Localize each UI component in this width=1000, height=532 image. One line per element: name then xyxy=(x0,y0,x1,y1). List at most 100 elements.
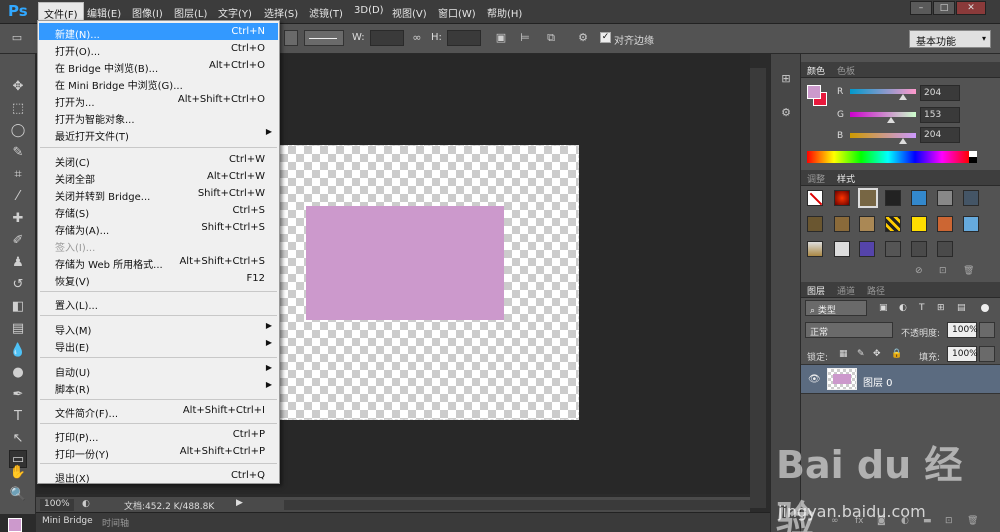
menu-view[interactable]: 视图(V) xyxy=(392,5,427,20)
green-value-input[interactable]: 153 xyxy=(920,107,960,123)
brush-tool-icon[interactable]: ✐ xyxy=(9,232,27,250)
style-swatch[interactable] xyxy=(937,216,953,232)
layer-name[interactable]: 图层 0 xyxy=(863,374,893,389)
hand-tool-icon[interactable]: ✋ xyxy=(9,464,27,482)
shape-tool-icon[interactable]: ▭ xyxy=(10,31,24,45)
menu-item-print[interactable]: 打印(P)... Ctrl+P xyxy=(39,426,278,444)
tab-adjustments[interactable]: 调整 xyxy=(807,172,825,185)
workspace-dropdown[interactable]: 基本功能 ▾ xyxy=(909,30,991,48)
menu-item-browse-bridge[interactable]: 在 Bridge 中浏览(B)... Alt+Ctrl+O xyxy=(39,57,278,75)
tab-layers[interactable]: 图层 xyxy=(807,284,825,297)
tab-styles[interactable]: 样式 xyxy=(837,172,855,185)
lock-all-icon[interactable]: 🔒 xyxy=(891,349,902,359)
style-swatch-selected[interactable] xyxy=(858,188,878,208)
style-swatch[interactable] xyxy=(834,241,850,257)
history-panel-icon[interactable]: ⊞ xyxy=(779,72,793,86)
red-slider-thumb[interactable] xyxy=(899,94,907,100)
align-edges-checkbox[interactable]: ✓ xyxy=(600,32,611,43)
fill-input[interactable]: 100% xyxy=(947,346,978,362)
menu-item-open-smart-object[interactable]: 打开为智能对象... xyxy=(39,108,278,126)
height-input[interactable] xyxy=(447,30,481,46)
path-operations-icon[interactable]: ▣ xyxy=(494,31,508,45)
pink-rectangle-shape[interactable] xyxy=(306,206,504,320)
link-icon[interactable]: ∞ xyxy=(410,31,424,45)
style-swatch[interactable] xyxy=(911,190,927,206)
quick-selection-tool-icon[interactable]: ✎ xyxy=(9,144,27,162)
fill-slider-toggle[interactable] xyxy=(979,346,995,362)
status-info-icon[interactable]: ◐ xyxy=(82,499,90,509)
menu-item-save[interactable]: 存储(S) Ctrl+S xyxy=(39,202,278,220)
trash-icon[interactable]: 🗑 xyxy=(963,266,974,276)
tab-color[interactable]: 颜色 xyxy=(807,64,825,77)
blue-value-input[interactable]: 204 xyxy=(920,127,960,143)
zoom-tool-icon[interactable]: 🔍 xyxy=(9,486,27,504)
style-swatch[interactable] xyxy=(859,241,875,257)
tab-mini-bridge[interactable]: Mini Bridge xyxy=(42,516,93,526)
style-swatch[interactable] xyxy=(937,190,953,206)
style-swatch[interactable] xyxy=(885,241,901,257)
gradient-tool-icon[interactable]: ▤ xyxy=(9,320,27,338)
filter-shape-icon[interactable]: ⊞ xyxy=(937,303,945,313)
zoom-level[interactable]: 100% xyxy=(40,499,74,511)
menu-item-new[interactable]: 新建(N)... Ctrl+N xyxy=(39,23,278,41)
menu-edit[interactable]: 编辑(E) xyxy=(87,5,121,20)
lasso-tool-icon[interactable]: ◯ xyxy=(9,122,27,140)
menu-item-close-all[interactable]: 关闭全部 Alt+Ctrl+W xyxy=(39,168,278,186)
marquee-tool-icon[interactable]: ⬚ xyxy=(9,100,27,118)
menu-layer[interactable]: 图层(L) xyxy=(174,5,207,20)
menu-item-print-one-copy[interactable]: 打印一份(Y) Alt+Shift+Ctrl+P xyxy=(39,443,278,461)
pen-tool-icon[interactable]: ✒ xyxy=(9,386,27,404)
type-tool-icon[interactable]: T xyxy=(9,408,27,426)
clone-stamp-tool-icon[interactable]: ♟ xyxy=(9,254,27,272)
style-swatch[interactable] xyxy=(885,190,901,206)
menu-3d[interactable]: 3D(D) xyxy=(354,5,384,16)
menu-item-close-go-bridge[interactable]: 关闭并转到 Bridge... Shift+Ctrl+W xyxy=(39,185,278,203)
tab-swatches[interactable]: 色板 xyxy=(837,64,855,77)
width-input[interactable] xyxy=(370,30,404,46)
tab-channels[interactable]: 通道 xyxy=(837,284,855,297)
path-alignment-icon[interactable]: ⊨ xyxy=(518,31,532,45)
style-swatch[interactable] xyxy=(937,241,953,257)
menu-item-automate[interactable]: 自动(U) ▶ xyxy=(39,361,278,379)
filter-pixel-icon[interactable]: ▣ xyxy=(879,303,888,313)
layer-row[interactable]: 👁 图层 0 xyxy=(801,364,1000,394)
style-swatch[interactable] xyxy=(911,241,927,257)
menu-item-browse-mini-bridge[interactable]: 在 Mini Bridge 中浏览(G)... xyxy=(39,74,278,92)
menu-item-place[interactable]: 置入(L)... xyxy=(39,294,278,312)
filter-smart-object-icon[interactable]: ▤ xyxy=(957,303,966,313)
style-swatch[interactable] xyxy=(911,216,927,232)
menu-item-export[interactable]: 导出(E) ▶ xyxy=(39,336,278,354)
opacity-input[interactable]: 100% xyxy=(947,322,978,338)
foreground-color-chip[interactable] xyxy=(807,85,821,99)
menu-file[interactable]: 文件(F) xyxy=(38,2,84,22)
horizontal-scrollbar[interactable] xyxy=(284,500,750,510)
menu-help[interactable]: 帮助(H) xyxy=(487,5,522,20)
green-slider[interactable] xyxy=(850,112,916,117)
blue-slider-thumb[interactable] xyxy=(899,138,907,144)
menu-type[interactable]: 文字(Y) xyxy=(218,5,252,20)
menu-item-save-for-web[interactable]: 存储为 Web 所用格式... Alt+Shift+Ctrl+S xyxy=(39,253,278,271)
menu-item-file-info[interactable]: 文件简介(F)... Alt+Shift+Ctrl+I xyxy=(39,402,278,420)
foreground-color-swatch[interactable] xyxy=(8,518,22,532)
crop-tool-icon[interactable]: ⌗ xyxy=(9,166,27,184)
filter-adjustment-icon[interactable]: ◐ xyxy=(899,303,907,313)
filter-toggle[interactable] xyxy=(981,304,989,312)
menu-item-scripts[interactable]: 脚本(R) ▶ xyxy=(39,378,278,396)
clear-style-icon[interactable]: ⊘ xyxy=(915,266,923,276)
blur-tool-icon[interactable]: 💧 xyxy=(9,342,27,360)
style-swatch[interactable] xyxy=(807,216,823,232)
new-style-icon[interactable]: ⊡ xyxy=(939,266,947,276)
menu-filter[interactable]: 滤镜(T) xyxy=(309,5,343,20)
red-value-input[interactable]: 204 xyxy=(920,85,960,101)
style-swatch[interactable] xyxy=(963,190,979,206)
properties-panel-icon[interactable]: ⚙ xyxy=(779,106,793,120)
eraser-tool-icon[interactable]: ◧ xyxy=(9,298,27,316)
style-swatch[interactable] xyxy=(963,216,979,232)
menu-image[interactable]: 图像(I) xyxy=(132,5,163,20)
gear-icon[interactable]: ⚙ xyxy=(576,31,590,45)
style-swatch-none[interactable] xyxy=(807,190,823,206)
color-spectrum-bar[interactable] xyxy=(807,151,969,163)
menu-item-revert[interactable]: 恢复(V) F12 xyxy=(39,270,278,288)
stroke-type-dropdown[interactable] xyxy=(284,30,298,46)
style-swatch[interactable] xyxy=(834,190,850,206)
